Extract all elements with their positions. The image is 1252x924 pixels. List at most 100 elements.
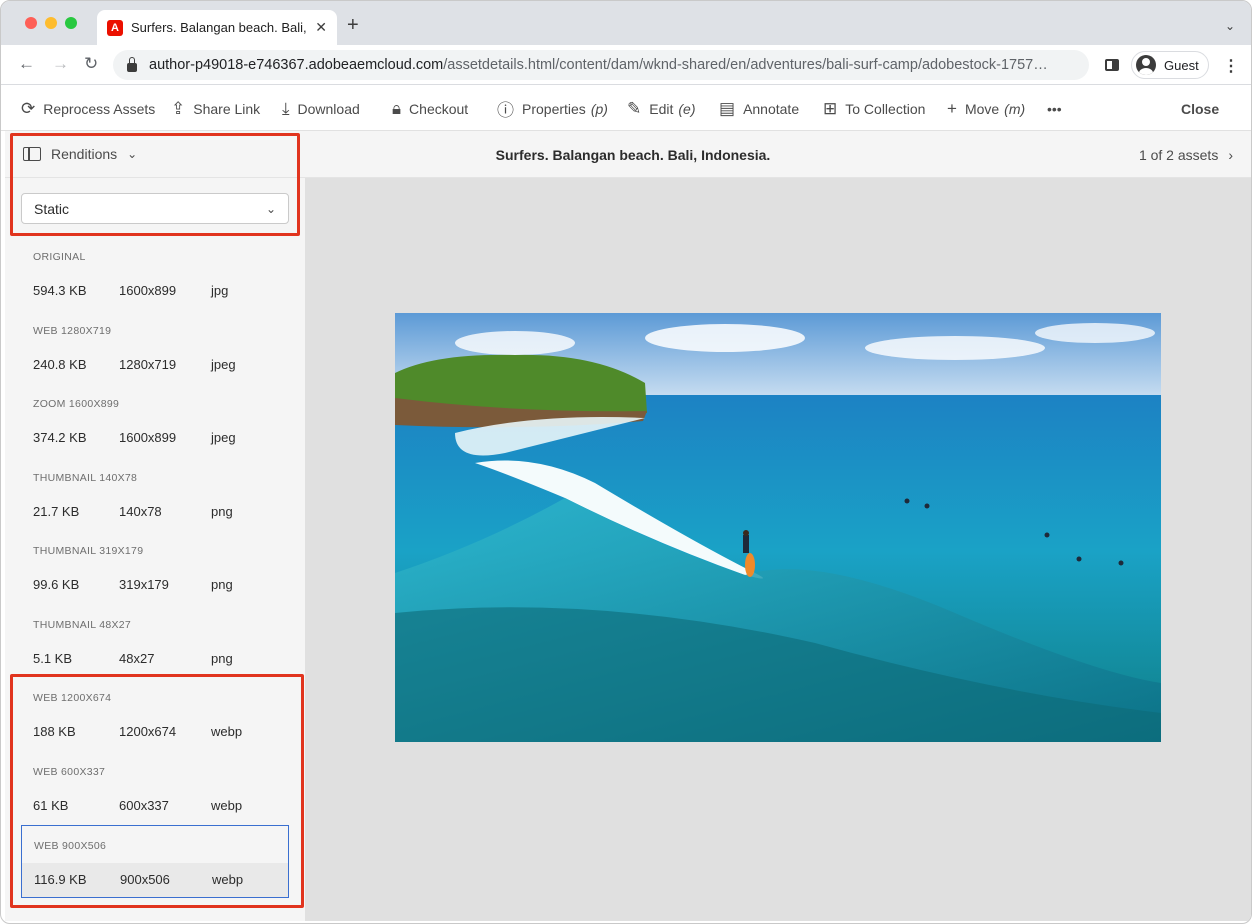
browser-tab[interactable]: A Surfers. Balangan beach. Bali, I ✕: [97, 10, 337, 45]
rendition-format: jpeg: [211, 356, 236, 372]
edit-shortcut: (e): [678, 100, 696, 117]
back-icon[interactable]: ←: [18, 54, 35, 74]
rendition-type-select[interactable]: Static ⌄: [21, 193, 289, 224]
rendition-values: 188 KB 1200x674 webp: [21, 715, 289, 749]
rendition-dimensions: 319x179: [119, 577, 169, 592]
rendition-format: png: [211, 503, 233, 519]
rendition-item[interactable]: THUMBNAIL 140X78 21.7 KB 140x78 png: [21, 458, 289, 531]
move-icon: +: [947, 98, 957, 118]
rendition-size: 240.8 KB: [33, 356, 87, 372]
preview-header: Surfers. Balangan beach. Bali, Indonesia…: [305, 131, 1251, 178]
chevron-down-icon: ⌄: [265, 201, 276, 216]
rendition-values: 594.3 KB 1600x899 jpg: [21, 274, 289, 308]
lock-icon: 🔒︎: [392, 98, 402, 118]
to-collection-button[interactable]: ⊞ To Collection: [823, 86, 925, 131]
rendition-name: WEB 600X337: [33, 765, 106, 778]
rendition-values: 99.6 KB 319x179 png: [21, 568, 289, 602]
side-panel-icon[interactable]: [1105, 59, 1119, 71]
move-button[interactable]: + Move (m): [947, 86, 1025, 131]
maximize-window-button[interactable]: [65, 17, 77, 29]
rendition-name: ORIGINAL: [33, 251, 86, 263]
rendition-item[interactable]: THUMBNAIL 48X27 5.1 KB 48x27 png: [21, 605, 289, 678]
rendition-item[interactable]: WEB 1280X719 240.8 KB 1280x719 jpeg: [21, 311, 289, 384]
surf-photo-graphic: [395, 313, 1161, 742]
tab-strip: A Surfers. Balangan beach. Bali, I ✕ + ⌄: [1, 1, 1251, 45]
minimize-window-button[interactable]: [45, 17, 57, 29]
rendition-item[interactable]: THUMBNAIL 319X179 99.6 KB 319x179 png: [21, 531, 289, 604]
rendition-dimensions: 1600x899: [119, 430, 177, 445]
asset-pager[interactable]: 1 of 2 assets ›: [1139, 131, 1233, 178]
rendition-size: 374.2 KB: [33, 430, 87, 445]
rendition-values: 61 KB 600x337 webp: [21, 789, 289, 823]
rendition-item[interactable]: WEB 600X337 61 KB 600x337 webp: [21, 752, 289, 825]
reload-icon[interactable]: ↻: [84, 54, 98, 74]
rendition-values: 5.1 KB 48x27 png: [21, 642, 289, 676]
rail-switcher[interactable]: Renditions ⌄: [5, 131, 305, 178]
rendition-format: jpeg: [211, 430, 236, 445]
rendition-type-value: Static: [34, 200, 70, 217]
move-shortcut: (m): [1004, 100, 1026, 117]
rendition-size: 5.1 KB: [33, 650, 73, 666]
asset-preview-image: [395, 313, 1161, 742]
action-bar: ⟳ Reprocess Assets ⇪ Share Link ⤓ Downlo…: [1, 86, 1251, 131]
edit-button[interactable]: ✎ Edit (e): [627, 86, 696, 131]
profile-button[interactable]: Guest: [1131, 51, 1209, 79]
rendition-size: 21.7 KB: [33, 503, 80, 519]
lock-icon[interactable]: [127, 56, 137, 72]
browser-toolbar: ← → ↻ author-p49018-e746367.adobeaemclou…: [1, 45, 1251, 85]
share-link-button[interactable]: ⇪ Share Link: [171, 86, 260, 131]
collection-icon: ⊞: [823, 98, 838, 118]
close-window-button[interactable]: [25, 17, 37, 29]
reprocess-assets-label: Reprocess Assets: [43, 100, 156, 117]
tab-search-chevron-icon[interactable]: ⌄: [1225, 19, 1235, 33]
rail-toggle-icon: [23, 147, 41, 161]
rendition-name: WEB 1280X719: [33, 324, 112, 337]
address-bar[interactable]: author-p49018-e746367.adobeaemcloud.com/…: [113, 50, 1089, 80]
more-icon: •••: [1047, 100, 1062, 117]
annotate-button[interactable]: ▤ Annotate: [719, 86, 799, 131]
share-link-label: Share Link: [193, 100, 261, 117]
rendition-values: 116.9 KB 900x506 webp: [22, 863, 288, 897]
edit-label: Edit: [649, 100, 674, 117]
annotate-label: Annotate: [743, 100, 800, 117]
properties-shortcut: (p): [590, 100, 608, 117]
rendition-dimensions: 900x506: [120, 872, 170, 887]
rendition-values: 374.2 KB 1600x899 jpeg: [21, 421, 289, 455]
rendition-name: THUMBNAIL 140X78: [33, 471, 138, 484]
rendition-dimensions: 48x27: [119, 650, 155, 666]
rendition-dimensions: 1280x719: [119, 356, 177, 372]
rendition-item[interactable]: ZOOM 1600X899 374.2 KB 1600x899 jpeg: [21, 384, 289, 457]
rendition-item[interactable]: WEB 900X506 116.9 KB 900x506 webp: [21, 825, 289, 898]
more-actions-button[interactable]: •••: [1047, 86, 1062, 131]
rendition-item[interactable]: ORIGINAL 594.3 KB 1600x899 jpg: [21, 237, 289, 310]
chevron-down-icon: ⌄: [127, 147, 138, 161]
forward-icon[interactable]: →: [52, 54, 69, 74]
rendition-name: WEB 900X506: [34, 840, 107, 852]
new-tab-icon[interactable]: +: [347, 15, 359, 35]
rendition-name: WEB 1200X674: [33, 692, 112, 704]
rendition-format: jpg: [211, 283, 229, 298]
checkout-button[interactable]: 🔒︎ Checkout: [392, 86, 468, 131]
reprocess-icon: ⟳: [21, 98, 36, 118]
close-tab-icon[interactable]: ✕: [315, 19, 327, 36]
chevron-right-icon[interactable]: ›: [1228, 147, 1233, 163]
properties-label: Properties: [522, 100, 586, 117]
rendition-values: 21.7 KB 140x78 png: [21, 495, 289, 529]
properties-button[interactable]: ⓘ Properties (p): [497, 86, 608, 131]
move-label: Move: [964, 100, 1000, 117]
download-button[interactable]: ⤓ Download: [282, 86, 360, 131]
url-text: author-p49018-e746367.adobeaemcloud.com/…: [149, 57, 1048, 73]
reprocess-assets-button[interactable]: ⟳ Reprocess Assets: [21, 86, 155, 131]
annotate-icon: ▤: [719, 98, 736, 118]
rendition-values: 240.8 KB 1280x719 jpeg: [21, 348, 289, 382]
rendition-dimensions: 140x78: [119, 503, 162, 519]
rendition-dimensions: 1200x674: [119, 724, 177, 739]
browser-window: A Surfers. Balangan beach. Bali, I ✕ + ⌄…: [0, 0, 1252, 924]
rendition-dimensions: 1600x899: [119, 283, 177, 298]
adobe-favicon-icon: A: [107, 19, 123, 36]
url-path: /assetdetails.html/content/dam/wknd-shar…: [443, 57, 1048, 73]
rendition-format: png: [211, 577, 233, 592]
close-button[interactable]: Close: [1181, 86, 1219, 131]
menu-icon[interactable]: ⋮: [1223, 56, 1239, 76]
rendition-item[interactable]: WEB 1200X674 188 KB 1200x674 webp: [21, 678, 289, 751]
